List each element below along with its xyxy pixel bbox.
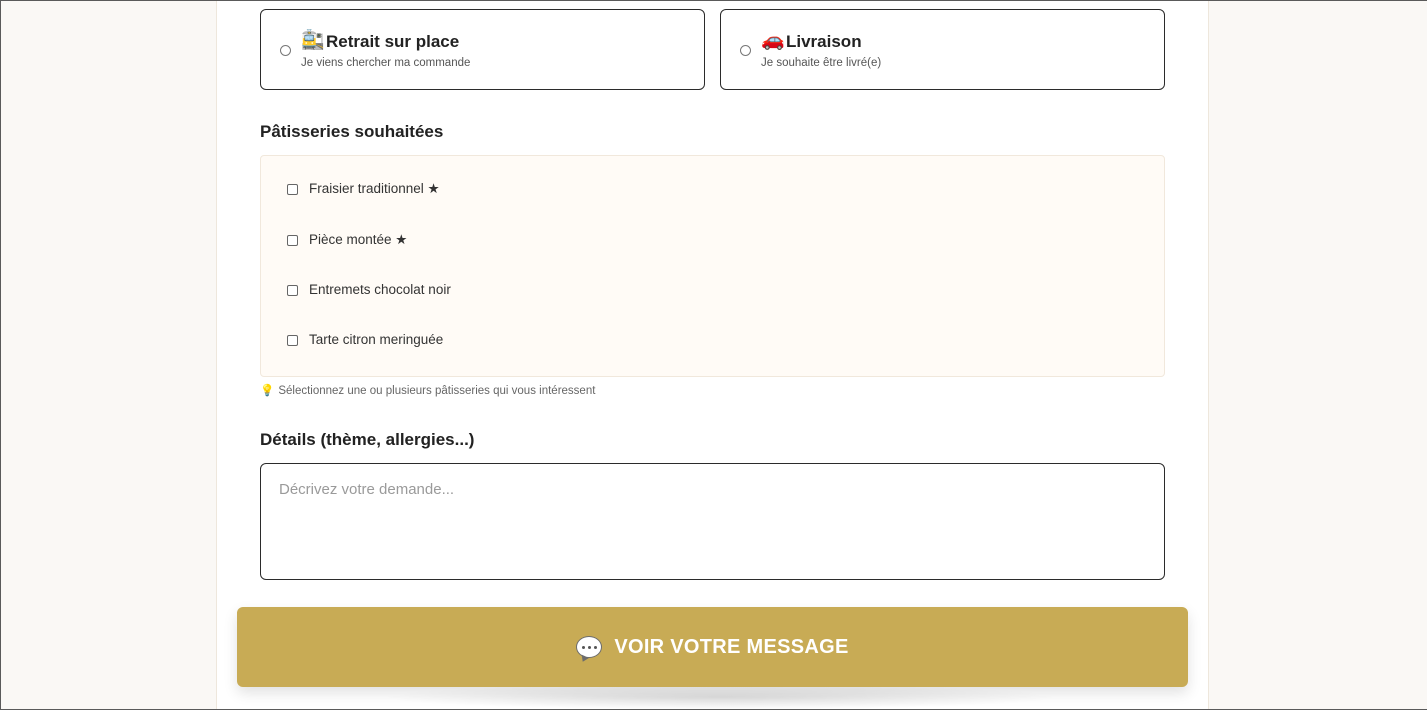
delivery-radio[interactable] (740, 45, 751, 56)
delivery-option-subtitle: Je souhaite être livré(e) (761, 57, 882, 69)
view-message-button-label: VOIR VOTRE MESSAGE (614, 635, 849, 658)
pickup-option[interactable]: 🚉 Retrait sur place Je viens chercher ma… (260, 9, 705, 90)
pastry-checkbox[interactable] (287, 184, 298, 195)
pastry-label: Tarte citron meringuée (309, 332, 444, 347)
pastry-label: Entremets chocolat noir (309, 282, 451, 297)
details-textarea[interactable] (260, 463, 1165, 580)
speech-bubble-icon (576, 636, 603, 658)
lightbulb-icon: 💡 (260, 383, 275, 397)
delivery-options: 🚉 Retrait sur place Je viens chercher ma… (260, 9, 1165, 90)
pastries-hint-text: Sélectionnez une ou plusieurs pâtisserie… (278, 385, 596, 397)
pastry-checkbox[interactable] (287, 285, 298, 296)
pickup-option-title: Retrait sur place (326, 32, 460, 51)
pastry-checkbox[interactable] (287, 335, 298, 346)
car-icon: 🚗 (761, 29, 785, 51)
delivery-option[interactable]: 🚗 Livraison Je souhaite être livré(e) (720, 9, 1165, 90)
pickup-radio[interactable] (280, 45, 291, 56)
pastry-checkbox[interactable] (287, 235, 298, 246)
pastries-hint: 💡 Sélectionnez une ou plusieurs pâtisseri… (260, 383, 595, 397)
pastries-section-title: Pâtisseries souhaitées (260, 122, 444, 141)
pickup-station-icon: 🚉 (301, 29, 325, 51)
pickup-option-subtitle: Je viens chercher ma commande (301, 57, 471, 69)
view-message-button[interactable]: VOIR VOTRE MESSAGE (237, 607, 1188, 687)
pastries-checklist: Fraisier traditionnel ★ Pièce montée ★ E… (260, 155, 1165, 377)
view-message-button-content: VOIR VOTRE MESSAGE (237, 607, 1188, 687)
button-shadow (380, 684, 1060, 710)
pastry-label: Pièce montée ★ (309, 232, 408, 247)
delivery-option-title: Livraison (786, 32, 862, 51)
details-section-title: Détails (thème, allergies...) (260, 430, 475, 449)
pastry-label: Fraisier traditionnel ★ (309, 181, 440, 196)
